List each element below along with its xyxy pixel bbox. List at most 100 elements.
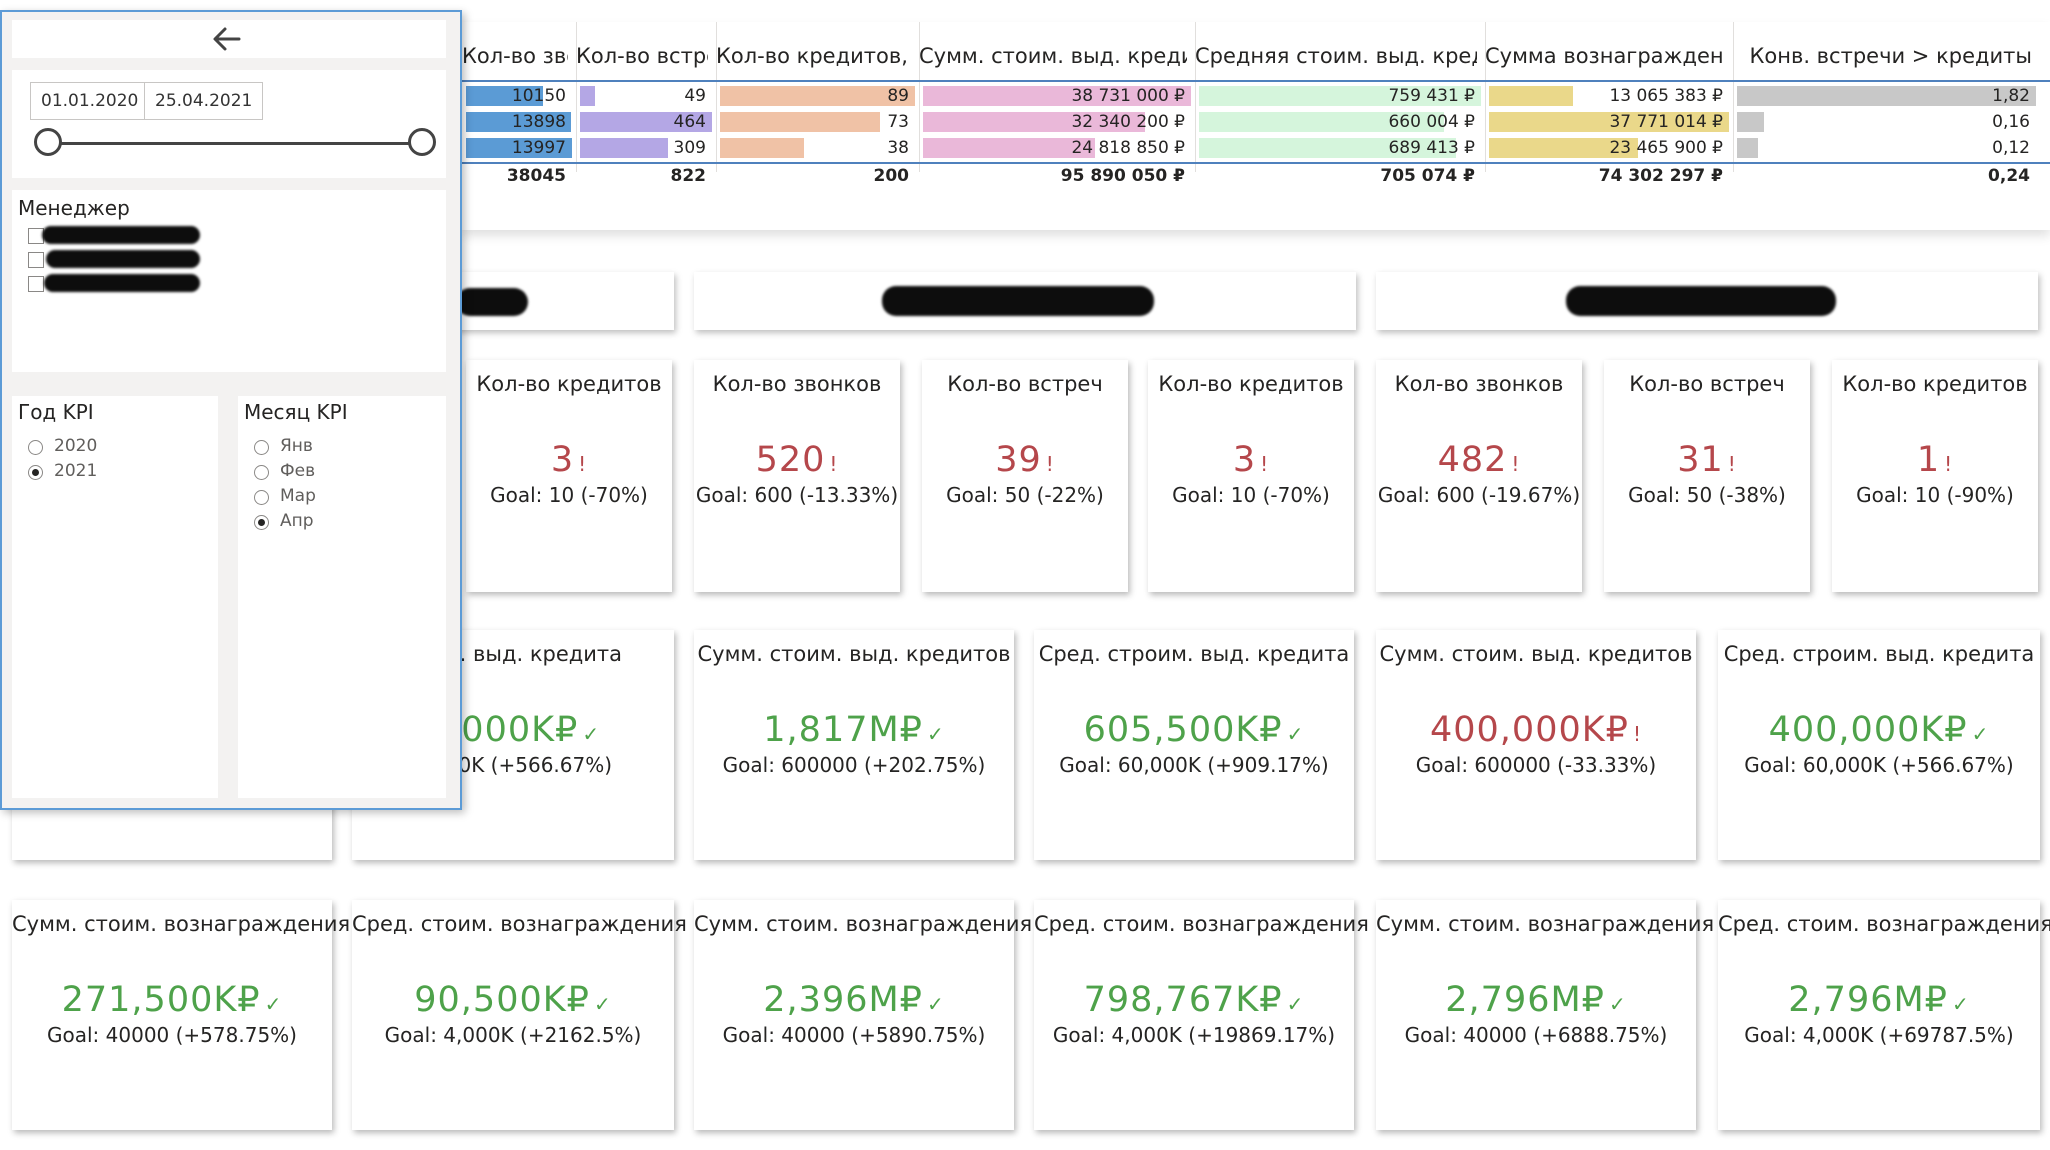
cell-value: 13 065 383 ₽ [1609,86,1723,106]
kpi-card[interactable]: Кол-во кредитов 3! Goal: 10 (-70%) [1148,360,1354,592]
total-cell: 822 [580,164,712,188]
kpi-value: 2,796M₽ [1788,980,1948,1020]
cell-value: 10150 [511,86,566,106]
kpi-card[interactable]: Сумм. стоим. вознаграждения 2,396M₽ ✓ Goal:… [694,900,1032,1130]
kpi-card[interactable]: Сред. строим. выд. кредита 400,000K₽ ✓ Goal… [1718,630,2040,860]
cell-value: 23 465 900 ₽ [1609,138,1723,158]
kpi-card[interactable]: Сумм. стоим. выд. кредитов 400,000K₽! Goal… [1376,630,1696,860]
months-radio[interactable] [254,490,269,505]
redacted-name [1566,286,1836,316]
kpi-card[interactable]: Кол-во встреч 39! Goal: 50 (-22%) [922,360,1128,592]
kpi-value-row: 482! [1376,440,1582,480]
kpi-value-row: 2,396M₽ ✓ [694,980,1014,1020]
kpi-card[interactable]: Кол-во кредитов 3! Goal: 10 (-70%) [466,360,672,592]
cell-value: 13898 [511,112,566,132]
kpi-card[interactable]: Сред. строим. выд. кредита 605,500K₽ ✓ Goal… [1034,630,1354,860]
data-bar [580,138,669,158]
years-radio[interactable] [28,465,43,480]
table-cell: 38 [720,136,915,160]
cell-value: 73 [887,112,909,132]
kpi-card[interactable]: Кол-во кредитов 1! Goal: 10 (-90%) [1832,360,2038,592]
kpi-title: Кол-во звонков [712,372,882,396]
column-header[interactable]: Кол-во встреч, шт [576,36,708,76]
table-cell: 689 413 ₽ [1199,136,1481,160]
years-option-label[interactable]: 2021 [54,461,97,481]
kpi-value-row: 605,500K₽ ✓ [1034,710,1354,750]
kpi-title: Сумм. стоим. вознаграждения [12,912,351,936]
column-header[interactable]: Кол-во звонков, шт [462,36,568,76]
manager-checkbox[interactable] [28,252,44,268]
total-cell: 200 [720,164,915,188]
kpi-card[interactable]: Сред. стоим. вознаграждения 90,500K₽ ✓ Goal… [352,900,687,1130]
kpi-goal: Goal: 600000 (+202.75%) [722,753,986,777]
date-from-field[interactable]: 01.01.2020 [30,82,150,120]
kpi-title: Кол-во звонков [1394,372,1564,396]
cell-value: 89 [887,86,909,106]
date-slider-start-handle[interactable] [34,128,62,156]
data-bar [720,86,915,106]
kpi-card[interactable]: Сумм. стоим. вознаграждения 2,796M₽ ✓ Goal:… [1376,900,1715,1130]
kpi-value-row: 520! [694,440,900,480]
kpi-value: 400,000K₽ [1430,710,1629,750]
total-value: 822 [670,166,707,186]
kpi-title: Сумм. стоим. выд. кредитов [697,642,1011,666]
column-header[interactable]: Сумм. стоим. выд. кредитов [919,36,1187,76]
months-radio[interactable] [254,440,269,455]
total-cell: 0,24 [1737,164,2036,188]
kpi-value: 90,500K₽ [414,980,590,1020]
date-slider-end-handle[interactable] [408,128,436,156]
kpi-card[interactable]: Сумм. стоим. вознаграждения 271,500K₽ ✓ Goa… [12,900,351,1130]
manager-checkbox[interactable] [28,276,44,292]
table-cell: 0,16 [1737,110,2036,134]
kpi-goal: Goal: 60,000K (+566.67%) [1744,753,2014,777]
kpi-title: Кол-во кредитов [1158,372,1344,396]
column-header[interactable]: Средняя стоим. выд. кредита [1195,36,1477,76]
kpi-value: 1,817M₽ [763,710,923,750]
summary-table-grid: Кол-во звонков, штКол-во встреч, штКол-в… [462,22,2050,230]
kpi-title: Сумм. стоим. вознаграждения [1376,912,1715,936]
kpi-value: 3 [550,440,575,480]
months-radio[interactable] [254,515,269,530]
summary-table: Кол-во звонков, штКол-во встреч, штКол-в… [462,22,2050,230]
column-separator [576,22,577,172]
kpi-card[interactable]: Кол-во звонков 520! Goal: 600 (-13.33%) [694,360,900,592]
kpi-card[interactable]: Сред. стоим. вознаграждения 2,796M₽ ✓ Goal:… [1718,900,2050,1130]
date-to-field[interactable]: 25.04.2021 [144,82,264,120]
cell-value: 309 [673,138,706,158]
months-option-label[interactable]: Янв [280,436,313,456]
kpi-card[interactable]: Сред. стоим. вознаграждения 798,767K₽ ✓ Goa… [1034,900,1369,1130]
kpi-title: Сред. строим. выд. кредита [1723,642,2035,666]
table-cell: 1,82 [1737,84,2036,108]
exclamation-icon: ! [578,452,588,476]
kpi-goal: Goal: 600 (-13.33%) [695,483,899,507]
kpi-title: Кол-во кредитов [1842,372,2028,396]
kpi-value-row: 31! [1604,440,1810,480]
months-option-label[interactable]: Мар [280,486,316,506]
table-cell: 24 818 850 ₽ [923,136,1191,160]
years-option-label[interactable]: 2020 [54,436,97,456]
months-option-label[interactable]: Апр [280,511,314,531]
checkmark-icon: ✓ [1608,992,1627,1016]
kpi-goal: Goal: 10 (-90%) [1856,483,2014,507]
date-range-slicer: 01.01.2020 25.04.2021 [12,70,446,178]
kpi-value: 482 [1437,440,1508,480]
column-header[interactable]: Кол-во кредитов, шт [716,36,911,76]
column-header[interactable]: Конв. встречи > кредиты [1733,36,2032,76]
cell-value: 37 771 014 ₽ [1609,112,1723,132]
kpi-value: 1 [1916,440,1941,480]
kpi-card[interactable]: Кол-во звонков 482! Goal: 600 (-19.67%) [1376,360,1582,592]
exclamation-icon: ! [829,452,839,476]
cell-value: 1,82 [1992,86,2030,106]
column-separator [716,22,717,172]
back-arrow-icon[interactable] [212,26,242,52]
months-radio[interactable] [254,465,269,480]
kpi-title: Кол-во кредитов [476,372,662,396]
years-radio[interactable] [28,440,43,455]
exclamation-icon: ! [1511,452,1521,476]
column-header[interactable]: Сумма вознаграждения [1485,36,1725,76]
months-option-label[interactable]: Фев [280,461,315,481]
kpi-card[interactable]: Кол-во встреч 31! Goal: 50 (-38%) [1604,360,1810,592]
kpi-card[interactable]: Сумм. стоим. выд. кредитов 1,817M₽ ✓ Goal: … [694,630,1014,860]
cell-value: 49 [684,86,706,106]
kpi-goal: Goal: 60,000K (+909.17%) [1059,753,1329,777]
